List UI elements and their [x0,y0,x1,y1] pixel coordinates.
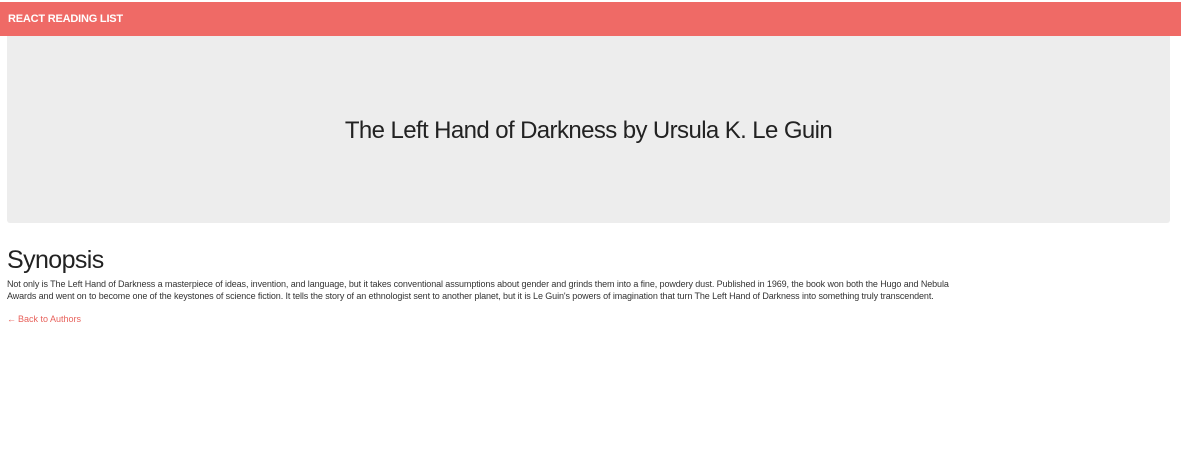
back-to-authors-link[interactable]: ← Back to Authors [7,314,81,324]
page: REACT READING LIST The Left Hand of Dark… [0,0,1181,458]
book-title: The Left Hand of Darkness by Ursula K. L… [344,116,833,144]
synopsis-section: Synopsis Not only is The Left Hand of Da… [7,244,967,327]
back-link-label: Back to Authors [18,314,82,324]
navbar: REACT READING LIST [0,2,1181,36]
brand-link[interactable]: REACT READING LIST [8,13,123,25]
synopsis-heading: Synopsis [7,246,104,274]
arrow-left-icon: ← [7,314,16,324]
synopsis-text: Not only is The Left Hand of Darkness a … [7,279,949,301]
hero-banner: The Left Hand of Darkness by Ursula K. L… [7,36,1170,223]
